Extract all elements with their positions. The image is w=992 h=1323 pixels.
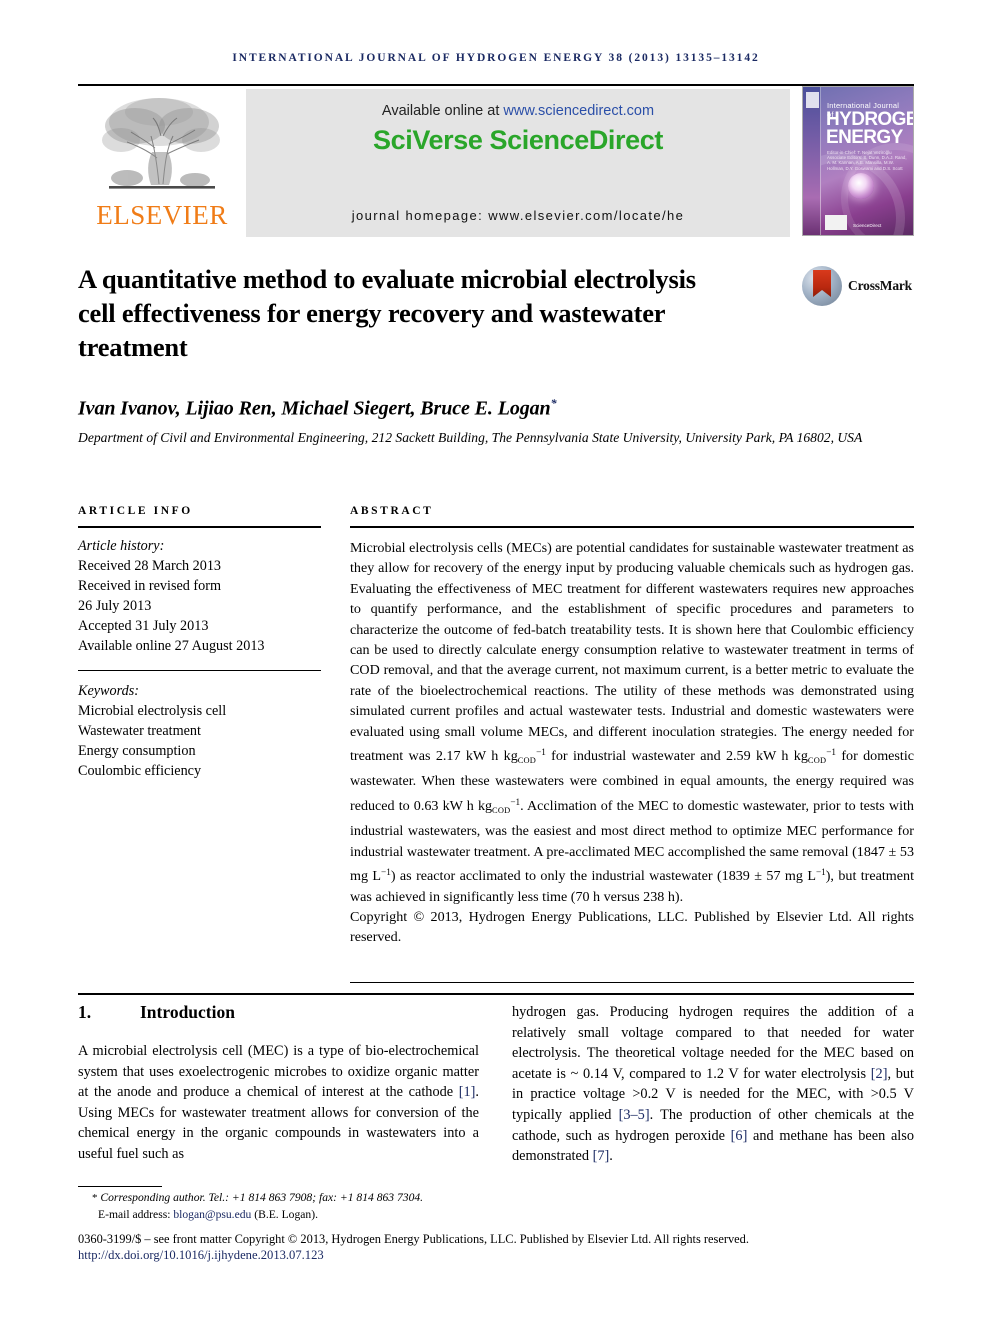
section-title: Introduction xyxy=(140,1002,235,1022)
article-history: Article history: Received 28 March 2013 … xyxy=(78,536,321,656)
abstract-sub-3: COD xyxy=(492,805,511,815)
doi-link[interactable]: http://dx.doi.org/10.1016/j.ijhydene.201… xyxy=(78,1248,324,1263)
article-info-heading: ARTICLE INFO xyxy=(78,505,193,517)
abstract-rule xyxy=(350,526,914,528)
cover-image: International Journal of HYDROGEN ENERGY… xyxy=(802,86,914,236)
abstract-sub-2: COD xyxy=(807,756,827,766)
keyword-item: Wastewater treatment xyxy=(78,723,201,739)
masthead: ELSEVIER Available online at www.science… xyxy=(78,84,914,240)
keyword-item: Microbial electrolysis cell xyxy=(78,703,227,719)
intro-paragraph-left: A microbial electrolysis cell (MEC) is a… xyxy=(78,1041,479,1165)
corresponding-author-text: Corresponding author. Tel.: +1 814 863 7… xyxy=(100,1191,424,1204)
abstract-value-3: 0.63 kW h kg xyxy=(413,797,493,814)
abstract-copyright: Copyright © 2013, Hydrogen Energy Public… xyxy=(350,908,914,946)
abstract-sup-4: −1 xyxy=(381,867,391,878)
page-title: A quantitative method to evaluate microb… xyxy=(78,264,696,362)
cover-elsevier-mini-logo xyxy=(806,92,819,108)
abstract-sup-3: −1 xyxy=(510,796,521,807)
intro-text-left: A microbial electrolysis cell (MEC) is a… xyxy=(78,1041,479,1165)
cover-sciencedirect-mini: ScienceDirect xyxy=(853,223,882,228)
email-link[interactable]: blogan@psu.edu xyxy=(173,1208,251,1221)
crossmark-badge[interactable]: CrossMark xyxy=(802,266,912,306)
article-info-column: ARTICLE INFO Article history: Received 2… xyxy=(78,505,321,781)
keywords-rule xyxy=(78,670,321,671)
affiliation: Department of Civil and Environmental En… xyxy=(78,430,863,445)
elsevier-wordmark: ELSEVIER xyxy=(96,200,228,230)
imprint-line: 0360-3199/$ – see front matter Copyright… xyxy=(78,1232,749,1246)
available-online-prefix: Available online at xyxy=(381,103,504,119)
email-label: E-mail address: xyxy=(98,1207,174,1221)
abstract-sup-1: −1 xyxy=(536,747,546,758)
citation-ref-2[interactable]: [2] xyxy=(871,1066,888,1082)
author-names: Ivan Ivanov, Lijiao Ren, Michael Siegert… xyxy=(78,397,551,420)
running-head: INTERNATIONAL JOURNAL OF HYDROGEN ENERGY… xyxy=(232,52,760,64)
email-note: E-mail address: blogan@psu.edu (B.E. Log… xyxy=(78,1207,518,1224)
section-number: 1. xyxy=(78,1002,92,1022)
article-history-label: Article history: xyxy=(78,538,165,554)
journal-homepage-line[interactable]: journal homepage: www.elsevier.com/locat… xyxy=(246,208,790,223)
history-item: Available online 27 August 2013 xyxy=(78,638,265,654)
abstract-part-5: ) as reactor acclimated to only the indu… xyxy=(390,868,816,885)
abstract-column: ABSTRACT Microbial electrolysis cells (M… xyxy=(350,505,914,984)
journal-article-page: INTERNATIONAL JOURNAL OF HYDROGEN ENERGY… xyxy=(0,0,992,1323)
available-online-line: Available online at www.sciencedirect.co… xyxy=(246,103,790,119)
crossmark-label: CrossMark xyxy=(848,278,912,293)
abstract-heading: ABSTRACT xyxy=(350,505,434,517)
elsevier-logo: ELSEVIER xyxy=(78,86,246,240)
title-area: A quantitative method to evaluate microb… xyxy=(78,262,914,364)
journal-cover-thumbnail: International Journal of HYDROGEN ENERGY… xyxy=(790,86,914,240)
author-list: Ivan Ivanov, Lijiao Ren, Michael Siegert… xyxy=(78,396,838,421)
citation-ref-3[interactable]: [3–5] xyxy=(619,1107,650,1123)
history-item: Received in revised form xyxy=(78,578,222,594)
article-info-rule xyxy=(78,526,321,528)
body-column-left: 1. Introduction A microbial electrolysis… xyxy=(78,1002,479,1165)
abstract-body: Microbial electrolysis cells (MECs) are … xyxy=(350,538,914,968)
history-item: Accepted 31 July 2013 xyxy=(78,618,209,634)
history-item: 26 July 2013 xyxy=(78,598,152,614)
section-heading-introduction: 1. Introduction xyxy=(78,1002,479,1023)
sciverse-sciencedirect-logo: SciVerse ScienceDirect xyxy=(373,125,663,155)
history-item: Received 28 March 2013 xyxy=(78,558,222,574)
citation-ref-1[interactable]: [1] xyxy=(459,1084,476,1100)
cover-left-band xyxy=(803,87,821,235)
intro-paragraph-right: hydrogen gas. Producing hydrogen require… xyxy=(512,1002,914,1167)
body-column-right: hydrogen gas. Producing hydrogen require… xyxy=(512,1002,914,1167)
footnote-block: * Corresponding author. Tel.: +1 814 863… xyxy=(78,1190,518,1223)
body-top-rule xyxy=(78,993,914,995)
keywords-block: Keywords: Microbial electrolysis cell Wa… xyxy=(78,681,321,781)
intro-text-right: hydrogen gas. Producing hydrogen require… xyxy=(512,1002,914,1167)
elsevier-tree-icon xyxy=(97,92,227,200)
sciencedirect-band: Available online at www.sciencedirect.co… xyxy=(246,89,790,237)
cover-editors-blurb: Editor-in-Chief: T. Nejat Veziroğlu Asso… xyxy=(827,150,907,171)
citation-ref-4[interactable]: [6] xyxy=(731,1128,748,1144)
abstract-sup-2: −1 xyxy=(826,747,836,758)
abstract-bottom-rule xyxy=(350,982,914,984)
abstract-part-2: for industrial wastewater and xyxy=(545,748,726,765)
intro-right-e: . xyxy=(609,1148,613,1165)
crossmark-icon xyxy=(802,266,843,306)
cover-orb-graphic xyxy=(848,173,874,199)
cover-title-line-2: ENERGY xyxy=(826,127,903,148)
abstract-part-1: Microbial electrolysis cells (MECs) are … xyxy=(350,540,914,765)
cover-iahe-badge xyxy=(825,215,847,230)
citation-ref-5[interactable]: [7] xyxy=(593,1148,610,1164)
footnote-star: * xyxy=(92,1192,98,1204)
abstract-sup-5: −1 xyxy=(815,867,826,878)
email-suffix: (B.E. Logan). xyxy=(251,1207,318,1221)
keyword-item: Energy consumption xyxy=(78,743,196,759)
footnote-rule xyxy=(78,1186,162,1187)
abstract-value-1: 2.17 kW h kg xyxy=(435,748,518,765)
sciencedirect-link[interactable]: www.sciencedirect.com xyxy=(503,103,654,119)
intro-left-a: A microbial electrolysis cell (MEC) is a… xyxy=(78,1043,479,1101)
abstract-sub-1: COD xyxy=(517,756,537,766)
keyword-item: Coulombic efficiency xyxy=(78,763,202,779)
abstract-paragraph: Microbial electrolysis cells (MECs) are … xyxy=(350,538,914,907)
corresponding-author-note: * Corresponding author. Tel.: +1 814 863… xyxy=(78,1190,518,1207)
abstract-value-2: 2.59 kW h kg xyxy=(725,748,808,765)
corresponding-author-marker: * xyxy=(550,396,557,410)
keywords-label: Keywords: xyxy=(78,683,139,699)
intro-right-a: hydrogen gas. Producing hydrogen require… xyxy=(512,1004,914,1082)
